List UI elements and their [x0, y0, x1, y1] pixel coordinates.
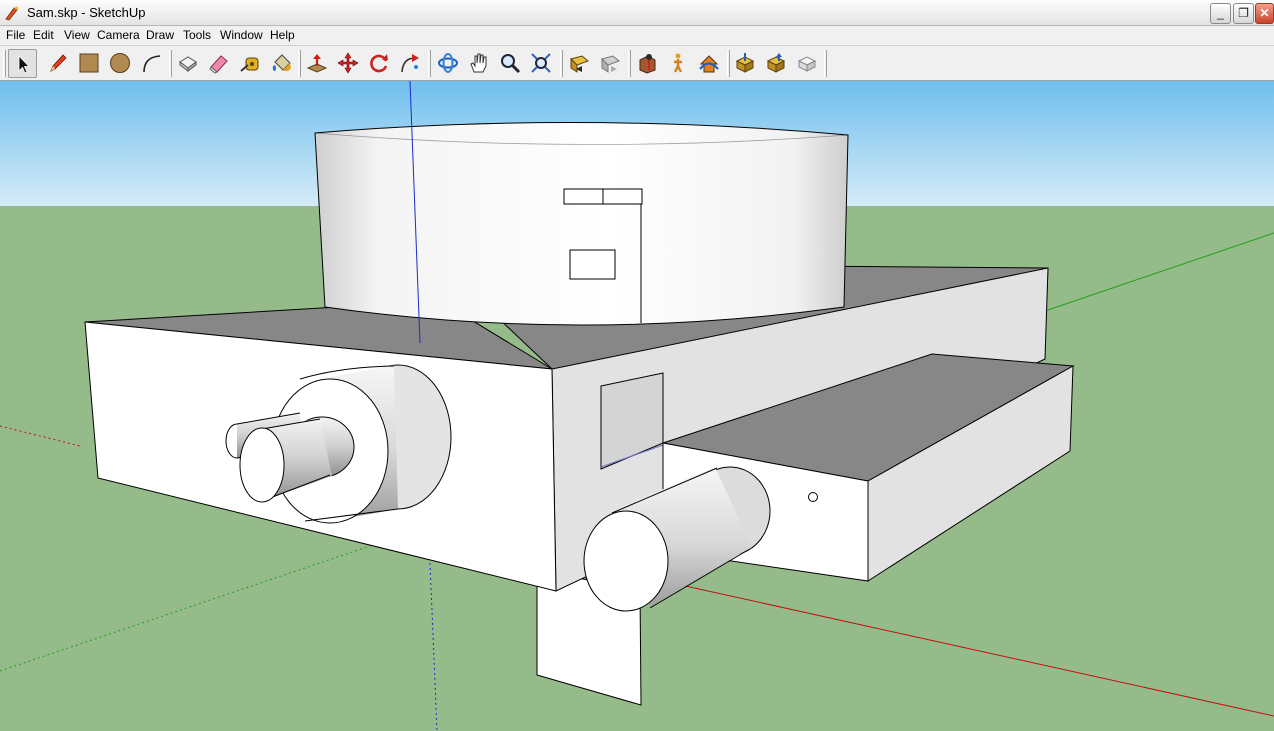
arrow-cursor-icon: [18, 55, 30, 74]
title-bar: Sam.skp - SketchUp _ ❐ ✕: [0, 0, 1274, 26]
minimize-button[interactable]: _: [1210, 3, 1231, 24]
toolbar-separator: [824, 50, 827, 77]
turret-window[interactable]: [569, 249, 616, 280]
sketchup-app-icon: [5, 6, 19, 21]
rectangle-tool[interactable]: [75, 49, 104, 78]
follow-me-tool[interactable]: [396, 49, 425, 78]
menu-camera[interactable]: Camera: [97, 28, 140, 42]
move-icon: [337, 52, 359, 74]
tape-measure-icon: [240, 57, 259, 72]
menu-view[interactable]: View: [64, 28, 90, 42]
close-button[interactable]: ✕: [1255, 3, 1274, 24]
magnifier-icon: [501, 54, 521, 74]
model-canvas[interactable]: [0, 81, 1274, 731]
walk-icon: [673, 53, 683, 73]
window-title: Sam.skp - SketchUp: [27, 5, 146, 20]
previous-view-tool[interactable]: [565, 49, 594, 78]
toolbar-separator: [560, 50, 563, 77]
pencil-icon: [50, 54, 67, 72]
hand-icon: [470, 53, 487, 73]
menu-window[interactable]: Window: [220, 28, 263, 42]
rectangle-icon: [79, 53, 99, 73]
pan-tool[interactable]: [465, 49, 494, 78]
paint-bucket-icon: [272, 54, 291, 72]
get-models-tool[interactable]: [731, 49, 760, 78]
orbit-icon: [438, 53, 458, 73]
component-icon: [179, 56, 197, 72]
rotate-tool[interactable]: [365, 49, 394, 78]
tape-measure-tool[interactable]: [236, 49, 265, 78]
menu-file[interactable]: File: [6, 28, 25, 42]
follow-me-icon: [401, 54, 419, 73]
toolbar-separator: [428, 50, 431, 77]
share-model-tool[interactable]: [762, 49, 791, 78]
toolbar-separator: [298, 50, 301, 77]
make-component-tool[interactable]: [174, 49, 203, 78]
rotate-icon: [370, 54, 388, 73]
share-model-icon: [766, 53, 786, 73]
main-toolbar: [0, 46, 1274, 81]
next-view-tool[interactable]: [596, 49, 625, 78]
look-around-tool[interactable]: [695, 49, 724, 78]
restore-button[interactable]: ❐: [1233, 3, 1254, 24]
select-tool[interactable]: [8, 49, 37, 78]
position-camera-icon: [639, 54, 656, 74]
toolbar-separator: [169, 50, 172, 77]
toolbar-separator: [628, 50, 631, 77]
menu-bar: File Edit View Camera Draw Tools Window …: [0, 26, 1274, 46]
menu-help[interactable]: Help: [270, 28, 295, 42]
push-pull-icon: [306, 54, 328, 73]
circle-tool[interactable]: [106, 49, 135, 78]
get-models-icon: [735, 53, 755, 73]
toolbar-separator: [727, 50, 730, 77]
muzzle-large-face[interactable]: [239, 427, 285, 503]
eraser-icon: [209, 55, 228, 74]
turret-drum[interactable]: [314, 121, 849, 326]
menu-draw[interactable]: Draw: [146, 28, 174, 42]
position-camera-tool[interactable]: [633, 49, 662, 78]
share-component-tool[interactable]: [793, 49, 822, 78]
slab-port-hole[interactable]: [808, 492, 818, 502]
toolbar-grip[interactable]: [3, 50, 6, 77]
eraser-tool[interactable]: [205, 49, 234, 78]
move-tool[interactable]: [334, 49, 363, 78]
orbit-tool[interactable]: [434, 49, 463, 78]
zoom-tool[interactable]: [496, 49, 525, 78]
menu-tools[interactable]: Tools: [183, 28, 211, 42]
arc-icon: [143, 55, 161, 73]
look-around-icon: [699, 55, 719, 73]
drawing-viewport[interactable]: [0, 81, 1274, 731]
pencil-tool[interactable]: [44, 49, 73, 78]
previous-view-icon: [570, 55, 589, 73]
push-pull-tool[interactable]: [303, 49, 332, 78]
walk-tool[interactable]: [664, 49, 693, 78]
zoom-extents-icon: [531, 53, 551, 73]
arc-tool[interactable]: [137, 49, 166, 78]
right-cylinder-face[interactable]: [583, 510, 669, 612]
menu-edit[interactable]: Edit: [33, 28, 54, 42]
share-component-icon: [797, 56, 817, 72]
circle-icon: [110, 53, 130, 73]
zoom-extents-tool[interactable]: [527, 49, 556, 78]
next-view-icon: [601, 55, 620, 73]
paint-bucket-tool[interactable]: [267, 49, 296, 78]
